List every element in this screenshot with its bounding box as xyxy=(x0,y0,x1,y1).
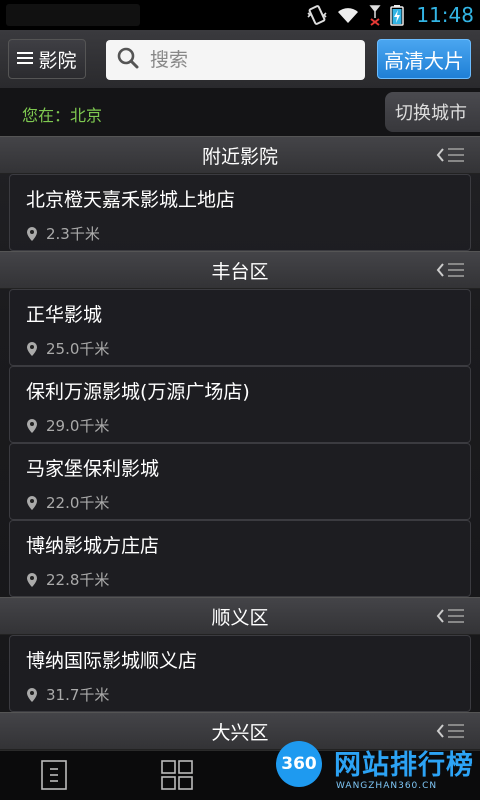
status-bar: 11:48 xyxy=(0,0,480,30)
cinema-menu-button[interactable]: 影院 xyxy=(8,39,86,79)
search-input[interactable] xyxy=(148,48,352,72)
distance-value: 31.7千米 xyxy=(46,686,110,704)
vibrate-icon xyxy=(306,4,328,26)
cinema-distance: 22.8千米 xyxy=(26,569,109,590)
cinema-distance: 29.0千米 xyxy=(26,415,109,436)
cinema-item[interactable]: 马家堡保利影城 22.0千米 xyxy=(9,443,471,520)
current-location: 您在：北京 xyxy=(22,106,103,125)
cinema-name: 博纳影城方庄店 xyxy=(26,535,160,557)
cinema-menu-label: 影院 xyxy=(38,49,77,72)
cinema-distance: 25.0千米 xyxy=(26,338,109,359)
section-header[interactable]: 丰台区 xyxy=(0,251,480,289)
collapse-menu-icon[interactable] xyxy=(436,607,466,629)
section-header[interactable]: 顺义区 xyxy=(0,597,480,635)
bottom-nav xyxy=(0,750,480,800)
collapse-menu-icon[interactable] xyxy=(436,722,466,744)
status-time: 11:48 xyxy=(416,3,474,27)
location-pin-icon xyxy=(27,226,37,241)
section-title: 顺义区 xyxy=(211,606,269,629)
cinema-list[interactable]: 附近影院 北京橙天嘉禾影城上地店 2.3千米 丰台区 正华影城 25.0千米 保… xyxy=(0,136,480,750)
collapse-menu-icon[interactable] xyxy=(436,261,466,283)
top-bar: 影院 高清大片 xyxy=(0,30,480,88)
distance-value: 25.0千米 xyxy=(46,340,110,358)
distance-value: 2.3千米 xyxy=(46,225,100,243)
wifi-icon xyxy=(336,5,360,25)
switch-city-button[interactable]: 切换城市 xyxy=(385,92,480,132)
section-title: 附近影院 xyxy=(201,145,278,168)
notification-area xyxy=(6,4,140,26)
location-pin-icon xyxy=(27,495,37,510)
location-pin-icon xyxy=(27,341,37,356)
location-pin-icon xyxy=(27,572,37,587)
status-icons: 11:48 xyxy=(306,0,474,30)
search-box[interactable] xyxy=(106,40,365,80)
cinema-name: 博纳国际影城顺义店 xyxy=(26,650,198,672)
section-header[interactable]: 附近影院 xyxy=(0,136,480,174)
signal-icon xyxy=(368,4,382,26)
search-icon xyxy=(116,46,140,74)
cinema-name: 北京橙天嘉禾影城上地店 xyxy=(26,189,236,211)
cinema-item[interactable]: 北京橙天嘉禾影城上地店 2.3千米 xyxy=(9,174,471,251)
cinema-name: 马家堡保利影城 xyxy=(26,458,160,480)
cinema-distance: 31.7千米 xyxy=(26,684,109,705)
menu-icon xyxy=(17,48,34,70)
distance-value: 22.0千米 xyxy=(46,494,110,512)
distance-value: 29.0千米 xyxy=(46,417,110,435)
cinema-name: 正华影城 xyxy=(26,304,103,326)
cinema-distance: 22.0千米 xyxy=(26,492,109,513)
hd-movies-button[interactable]: 高清大片 xyxy=(377,39,471,79)
collapse-menu-icon[interactable] xyxy=(436,146,466,168)
location-pin-icon xyxy=(27,418,37,433)
nav-grid-icon[interactable] xyxy=(160,759,194,795)
section-title: 丰台区 xyxy=(211,260,269,283)
nav-list-icon[interactable] xyxy=(40,759,68,795)
section-title: 大兴区 xyxy=(211,721,269,744)
cinema-name: 保利万源影城(万源广场店) xyxy=(26,381,250,403)
cinema-distance: 2.3千米 xyxy=(26,223,100,244)
distance-value: 22.8千米 xyxy=(46,571,110,589)
app-root: 11:48 影院 高清大片 您在：北京 切换城市 附近影院 xyxy=(0,0,480,800)
location-bar: 您在：北京 切换城市 xyxy=(0,88,480,136)
cinema-item[interactable]: 保利万源影城(万源广场店) 29.0千米 xyxy=(9,366,471,443)
cinema-item[interactable]: 正华影城 25.0千米 xyxy=(9,289,471,366)
section-header[interactable]: 大兴区 xyxy=(0,712,480,750)
cinema-item[interactable]: 博纳国际影城顺义店 31.7千米 xyxy=(9,635,471,712)
cinema-item[interactable]: 博纳影城方庄店 22.8千米 xyxy=(9,520,471,597)
battery-icon xyxy=(390,4,405,26)
location-pin-icon xyxy=(27,687,37,702)
